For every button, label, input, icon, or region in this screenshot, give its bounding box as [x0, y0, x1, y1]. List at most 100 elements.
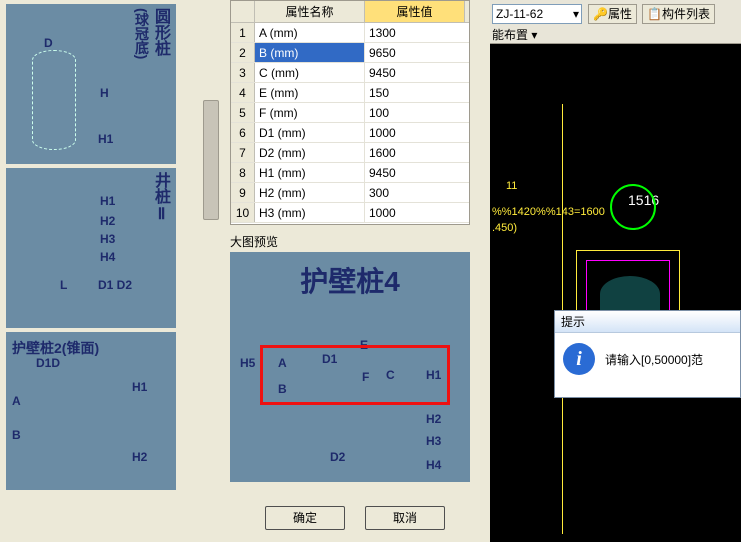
- dim-h: H: [100, 86, 109, 100]
- dim-h1: H1: [132, 380, 147, 394]
- list-icon: 📋: [647, 7, 662, 21]
- row-value[interactable]: 9450: [365, 63, 465, 82]
- dim-h3: H3: [100, 232, 115, 246]
- right-toolbar: ZJ-11-62 ▾ 🔑属性 📋构件列表 能布置 ▾: [490, 0, 741, 44]
- combo-value: ZJ-11-62: [496, 7, 543, 21]
- preview-pane: 护壁桩4 H5 A B D1 E F C H1 H2 H3 H4 D2: [230, 252, 470, 482]
- cad-circle-marker: [610, 184, 656, 230]
- row-name: A (mm): [255, 23, 365, 42]
- thumb-title: 护壁桩2(锥面): [12, 338, 99, 358]
- col-head-value[interactable]: 属性值: [365, 1, 465, 22]
- row-num: 5: [231, 103, 255, 122]
- chevron-down-icon: ▾: [573, 5, 579, 23]
- table-row[interactable]: 10H3 (mm)1000: [231, 203, 469, 223]
- dim-d2: D2: [330, 450, 345, 464]
- row-num: 1: [231, 23, 255, 42]
- row-value[interactable]: 100: [365, 103, 465, 122]
- table-row[interactable]: 8H1 (mm)9450: [231, 163, 469, 183]
- row-name: D1 (mm): [255, 123, 365, 142]
- table-row[interactable]: 5F (mm)100: [231, 103, 469, 123]
- row-num: 9: [231, 183, 255, 202]
- dim-d: D: [44, 36, 53, 50]
- row-value[interactable]: 1000: [365, 203, 465, 222]
- row-value[interactable]: 1600: [365, 143, 465, 162]
- message-dialog: 提示 i 请输入[0,50000]范: [554, 310, 741, 398]
- row-name: E (mm): [255, 83, 365, 102]
- col-head-name[interactable]: 属性名称: [255, 1, 365, 22]
- dialog-buttons: 确定 取消: [220, 498, 490, 538]
- table-row[interactable]: 1A (mm)1300: [231, 23, 469, 43]
- table-row[interactable]: 2B (mm)9650: [231, 43, 469, 63]
- row-num: 2: [231, 43, 255, 62]
- preview-label: 大图预览: [230, 233, 480, 250]
- property-label: 属性: [608, 7, 632, 21]
- cad-label-11: 11: [506, 180, 517, 192]
- thumb-hubizhuang2[interactable]: 护壁桩2(锥面) D1D A B H1 H2: [6, 332, 176, 490]
- dialog-message: 请输入[0,50000]范: [605, 351, 703, 368]
- preview-title: 护壁桩4: [230, 260, 470, 300]
- highlight-box: [260, 345, 450, 405]
- row-name: H2 (mm): [255, 183, 365, 202]
- template-thumbnails: 圆形桩 (球冠底) D H H1 井桩Ⅱ H1 H2 H3 H4 L D1 D2…: [0, 0, 220, 490]
- dim-l: L: [60, 278, 67, 292]
- dim-h2: H2: [132, 450, 147, 464]
- dim-h4: H4: [100, 250, 115, 264]
- dim-a: A: [12, 394, 21, 408]
- row-num: 7: [231, 143, 255, 162]
- dim-b: B: [12, 428, 21, 442]
- dim-h2: H2: [100, 214, 115, 228]
- row-num: 3: [231, 63, 255, 82]
- grid-body: 1A (mm)13002B (mm)96503C (mm)94504E (mm)…: [231, 23, 469, 223]
- thumb-title: 井桩Ⅱ: [148, 172, 172, 223]
- dim-h3: H3: [426, 434, 441, 448]
- scroll-thumb[interactable]: [203, 100, 219, 220]
- property-grid: 属性名称 属性值 1A (mm)13002B (mm)96503C (mm)94…: [230, 0, 470, 225]
- row-num: 6: [231, 123, 255, 142]
- dim-d1d: D1D: [36, 356, 60, 370]
- table-row[interactable]: 7D2 (mm)1600: [231, 143, 469, 163]
- component-combo[interactable]: ZJ-11-62 ▾: [492, 4, 582, 24]
- row-value[interactable]: 150: [365, 83, 465, 102]
- row-name: F (mm): [255, 103, 365, 122]
- row-value[interactable]: 1000: [365, 123, 465, 142]
- dim-h1: H1: [98, 132, 113, 146]
- row-num: 4: [231, 83, 255, 102]
- cad-viewport[interactable]: 11 1516 %%1420%%143=1600 .450) ZM1: [490, 44, 741, 542]
- table-row[interactable]: 3C (mm)9450: [231, 63, 469, 83]
- info-icon: i: [563, 343, 595, 375]
- cad-primitive-dome: [600, 276, 660, 312]
- thumbnails-scrollbar[interactable]: [202, 0, 220, 490]
- property-icon: 🔑: [593, 7, 608, 21]
- row-value[interactable]: 9450: [365, 163, 465, 182]
- row-value[interactable]: 9650: [365, 43, 465, 62]
- dim-h2: H2: [426, 412, 441, 426]
- thumb-subtitle: (球冠底): [132, 8, 152, 59]
- dim-h4: H4: [426, 458, 441, 472]
- property-button[interactable]: 🔑属性: [588, 4, 637, 24]
- cancel-button[interactable]: 取消: [365, 506, 445, 530]
- row-name: H3 (mm): [255, 203, 365, 222]
- ok-button[interactable]: 确定: [265, 506, 345, 530]
- cad-label-pct: %%1420%%143=1600: [492, 206, 605, 218]
- row-name: D2 (mm): [255, 143, 365, 162]
- dim-h5: H5: [240, 356, 255, 370]
- row-name: B (mm): [255, 43, 365, 62]
- row-value[interactable]: 1300: [365, 23, 465, 42]
- middle-panel: 属性名称 属性值 1A (mm)13002B (mm)96503C (mm)94…: [220, 0, 490, 542]
- table-row[interactable]: 6D1 (mm)1000: [231, 123, 469, 143]
- dim-h1: H1: [100, 194, 115, 208]
- thumb-jingzhuang2[interactable]: 井桩Ⅱ H1 H2 H3 H4 L D1 D2: [6, 168, 176, 328]
- row-num: 8: [231, 163, 255, 182]
- cad-label-450: .450): [492, 222, 517, 234]
- thumb-yuanxingzhuang[interactable]: 圆形桩 (球冠底) D H H1: [6, 4, 176, 164]
- row-num: 10: [231, 203, 255, 222]
- list-label: 构件列表: [662, 7, 710, 21]
- component-list-button[interactable]: 📋构件列表: [642, 4, 715, 24]
- table-row[interactable]: 4E (mm)150: [231, 83, 469, 103]
- layout-dropdown[interactable]: 能布置 ▾: [492, 26, 537, 44]
- dialog-title: 提示: [555, 311, 740, 333]
- row-name: C (mm): [255, 63, 365, 82]
- table-row[interactable]: 9H2 (mm)300: [231, 183, 469, 203]
- row-value[interactable]: 300: [365, 183, 465, 202]
- cad-viewport-panel: ZJ-11-62 ▾ 🔑属性 📋构件列表 能布置 ▾ 11 1516 %%142…: [490, 0, 741, 542]
